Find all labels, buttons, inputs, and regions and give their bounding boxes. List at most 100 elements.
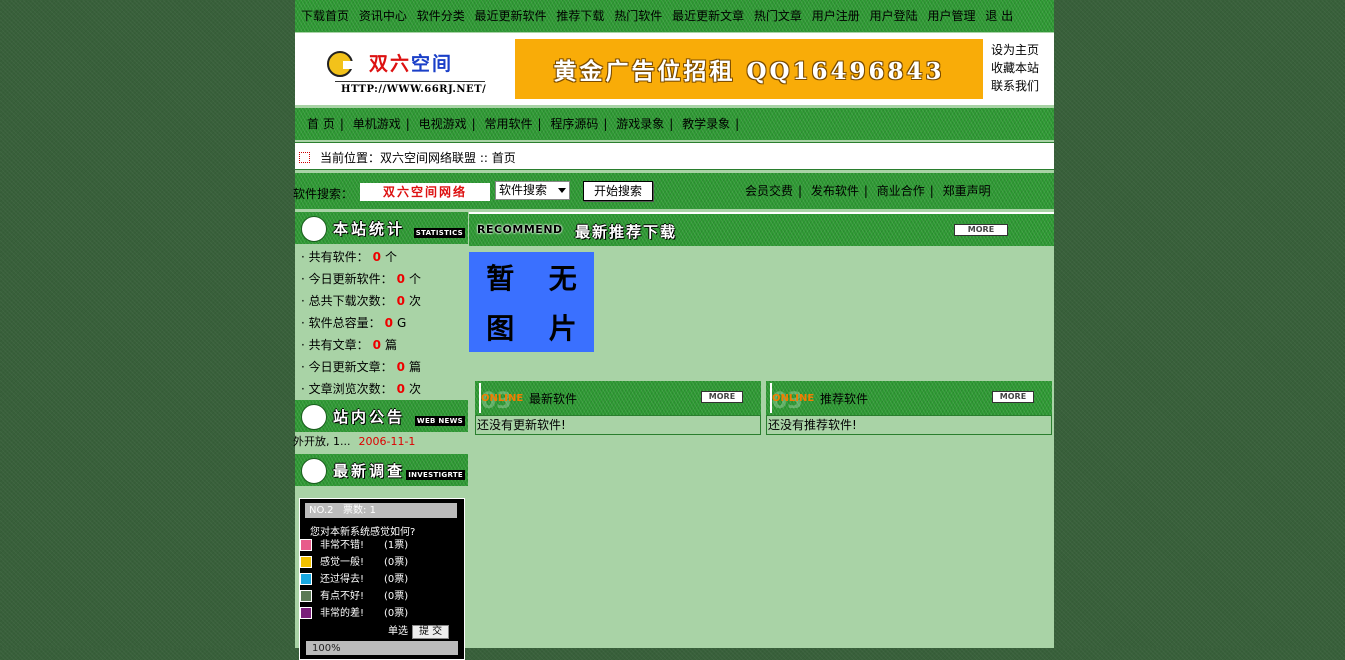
recommended-software-title: 推荐软件 [820, 392, 869, 406]
search-button[interactable]: 开始搜索 [583, 181, 653, 201]
search-label: 软件搜索： [293, 187, 354, 201]
top-nav-item-register[interactable]: 用户注册 [812, 9, 860, 23]
lemon-icon [301, 458, 327, 484]
poll-option[interactable]: 感觉一般! (0票) [300, 554, 408, 571]
poll-box-subtitle: INVESTIGRTE [406, 470, 465, 480]
search-type-select[interactable]: 软件搜索 [495, 181, 570, 200]
notice-marquee[interactable]: 外开放, 1... 2006-11-1 [293, 432, 468, 454]
logo-divider [335, 81, 485, 82]
ad-banner[interactable]: 黄金广告位招租 QQ16496843 [515, 39, 983, 99]
stats-row: · 文章浏览次数： 0 次 [301, 382, 422, 396]
member-fee-link[interactable]: 会员交费 [745, 184, 793, 198]
poll-box-title: 最新调查 [333, 462, 406, 480]
logo-pacman-icon [327, 51, 353, 77]
disclaimer-link[interactable]: 郑重声明 [943, 184, 991, 198]
search-logo: 双六空间网络 [360, 183, 490, 201]
logo-url: HTTP://WWW.66RJ.NET/ [341, 84, 487, 95]
latest-software-empty: 还没有更新软件! [475, 415, 761, 435]
poll-header: NO.2 票数: 1 [305, 503, 457, 518]
top-nav-item-news[interactable]: 资讯中心 [359, 9, 407, 23]
stats-box-header: 本站统计 STATISTICS [295, 212, 468, 244]
main-nav-pc-games[interactable]: 单机游戏 [353, 117, 401, 131]
top-nav-item-recent-software[interactable]: 最近更新软件 [475, 9, 547, 23]
top-nav-bar: 下载首页 资讯中心 软件分类 最近更新软件 推荐下载 热门软件 最近更新文章 热… [295, 0, 1054, 32]
notice-box-title: 站内公告 [333, 408, 406, 426]
stats-box-title: 本站统计 [333, 220, 406, 238]
poll-option[interactable]: 非常不错! (1票) [300, 537, 408, 554]
header-links: 设为主页 收藏本站 联系我们 [991, 41, 1039, 95]
top-nav-item-user-admin[interactable]: 用户管理 [927, 9, 975, 23]
no-image-placeholder[interactable]: 暂无 图片 [469, 252, 594, 352]
recommend-en-title: RECOMMEND [477, 223, 563, 236]
top-nav-item-hot-articles[interactable]: 热门文章 [754, 9, 802, 23]
header: 双六空间 HTTP://WWW.66RJ.NET/ 黄金广告位招租 QQ1649… [295, 33, 1054, 105]
poll-mode: 单选 [388, 626, 408, 637]
online-label: ONLINE [481, 393, 524, 404]
poll-submit-button[interactable]: 提 交 [412, 625, 450, 639]
stats-list: · 共有软件： 0 个 · 今日更新软件： 0 个 · 总共下载次数： 0 次 · 软件总容… [295, 244, 468, 400]
breadcrumb: 当前位置：双六空间网络联盟 :: 首页 [295, 142, 1054, 170]
recommended-software-more-button[interactable]: MORE [992, 391, 1034, 403]
left-sidebar: 本站统计 STATISTICS · 共有软件： 0 个 · 今日更新软件： 0 个 · … [293, 212, 468, 660]
stats-row: · 总共下载次数： 0 次 [301, 294, 422, 308]
bookmark-link[interactable]: 收藏本站 [991, 59, 1039, 77]
poll-option[interactable]: 非常的差! (0票) [300, 605, 408, 622]
recommend-more-button[interactable]: MORE [954, 224, 1008, 236]
poll-option-swatch [300, 607, 312, 619]
main-nav-game-videos[interactable]: 游戏录象 [616, 117, 664, 131]
poll-question: 您对本新系统感觉如何? [310, 527, 416, 538]
poll-option[interactable]: 有点不好! (0票) [300, 588, 408, 605]
stats-row: · 今日更新文章： 0 篇 [301, 360, 422, 374]
main-content: RECOMMEND 最新推荐下载 MORE 暂无 图片 03 ONLINE 最新… [469, 212, 1054, 648]
main-nav-tv-games[interactable]: 电视游戏 [419, 117, 467, 131]
poll-option-swatch [300, 573, 312, 585]
set-homepage-link[interactable]: 设为主页 [991, 41, 1039, 59]
top-nav-item-recommended[interactable]: 推荐下载 [556, 9, 604, 23]
business-link[interactable]: 商业合作 [877, 184, 925, 198]
chevron-down-icon [558, 188, 566, 193]
site-logo[interactable]: 双六空间 HTTP://WWW.66RJ.NET/ [325, 45, 487, 95]
recommended-software-header: 03 ONLINE 推荐软件 MORE [766, 381, 1052, 415]
breadcrumb-text: 当前位置：双六空间网络联盟 :: 首页 [320, 151, 516, 165]
poll-box-header: 最新调查 INVESTIGRTE [295, 454, 468, 486]
recommended-software-empty: 还没有推荐软件! [766, 415, 1052, 435]
globe-icon [301, 404, 327, 430]
poll-submit-row: 单选提 交 [388, 622, 450, 639]
poll-option-swatch [300, 556, 312, 568]
publish-software-link[interactable]: 发布软件 [811, 184, 859, 198]
notice-text[interactable]: 外开放, 1... [293, 435, 350, 448]
poll-option-swatch [300, 590, 312, 602]
stats-row: · 软件总容量： 0 G [301, 316, 407, 330]
latest-software-title: 最新软件 [529, 392, 578, 406]
main-nav-source-code[interactable]: 程序源码 [550, 117, 598, 131]
notice-box-header: 站内公告 WEB NEWS [295, 400, 468, 432]
main-nav-common-software[interactable]: 常用软件 [484, 117, 532, 131]
main-nav-tutorial-videos[interactable]: 教学录象 [682, 117, 730, 131]
recommend-title: 最新推荐下载 [575, 223, 678, 241]
poll-option[interactable]: 还过得去! (0票) [300, 571, 408, 588]
contact-link[interactable]: 联系我们 [991, 77, 1039, 95]
top-nav-item-hot-software[interactable]: 热门软件 [614, 9, 662, 23]
latest-software-header: 03 ONLINE 最新软件 MORE [475, 381, 761, 415]
recommended-software-panel: 03 ONLINE 推荐软件 MORE 还没有推荐软件! [766, 381, 1052, 435]
top-nav-item-recent-articles[interactable]: 最近更新文章 [672, 9, 744, 23]
stats-box-subtitle: STATISTICS [413, 228, 465, 238]
top-nav-item-home[interactable]: 下载首页 [301, 9, 349, 23]
pencil-icon [301, 216, 327, 242]
main-nav-bar: 首 页 | 单机游戏 | 电视游戏 | 常用软件 | 程序源码 | 游戏录象 | 教学录象 | [295, 108, 1054, 140]
poll-option-swatch [300, 539, 312, 551]
top-nav-item-logout[interactable]: 退 出 [985, 9, 1013, 23]
poll-panel: NO.2 票数: 1 您对本新系统感觉如何? 非常不错! (1票) 感觉一般! (0… [299, 498, 465, 660]
stats-row: · 共有文章： 0 篇 [301, 338, 398, 352]
notice-box-subtitle: WEB NEWS [414, 416, 465, 426]
search-bar: 软件搜索： 双六空间网络 软件搜索 开始搜索 会员交费 | 发布软件 | 商业合作 |… [293, 173, 1054, 209]
stats-row: · 今日更新软件： 0 个 [301, 272, 422, 286]
top-nav-item-categories[interactable]: 软件分类 [417, 9, 465, 23]
utility-links: 会员交费 | 发布软件 | 商业合作 | 郑重声明 [745, 184, 991, 198]
online-label: ONLINE [772, 393, 815, 404]
latest-software-panel: 03 ONLINE 最新软件 MORE 还没有更新软件! [475, 381, 761, 435]
top-nav-item-login[interactable]: 用户登陆 [870, 9, 918, 23]
latest-software-more-button[interactable]: MORE [701, 391, 743, 403]
main-nav-home[interactable]: 首 页 [307, 117, 335, 131]
location-icon [299, 152, 310, 163]
